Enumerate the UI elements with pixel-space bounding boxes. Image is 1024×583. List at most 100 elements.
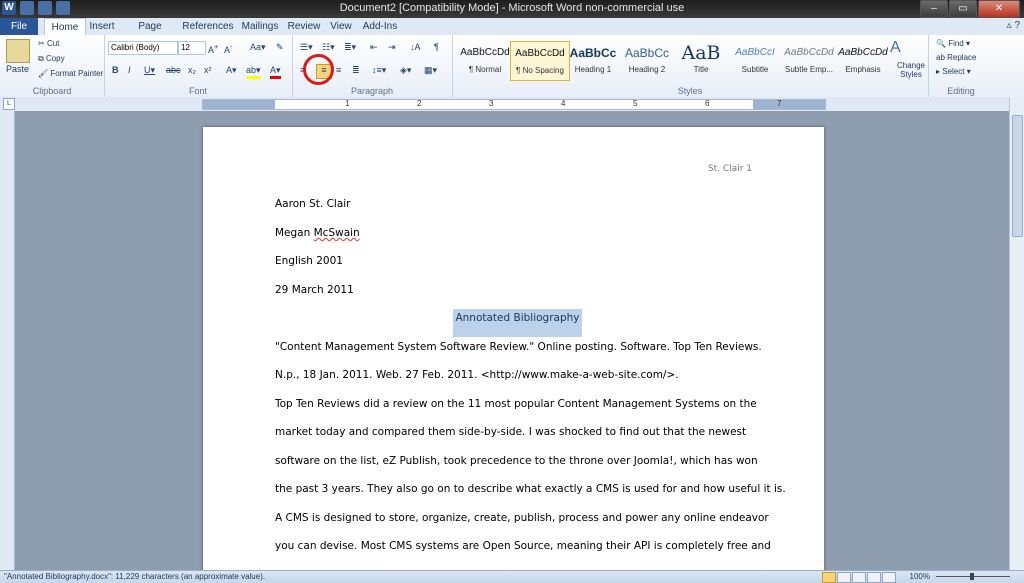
cut-label: Cut	[46, 39, 60, 48]
full-screen-view-icon[interactable]	[837, 572, 851, 583]
zoom-slider-knob[interactable]	[970, 573, 974, 580]
style-heading-1[interactable]: AaBbCc Heading 1	[564, 41, 622, 79]
style-name: Subtle Emp...	[784, 65, 834, 74]
clear-formatting-icon[interactable]: ✎	[276, 42, 284, 53]
style-no-spacing[interactable]: AaBbCcDd ¶ No Spacing	[510, 41, 570, 81]
shading-icon[interactable]: ◈▾	[400, 65, 411, 76]
bold-icon[interactable]: B	[112, 65, 119, 75]
font-size-select[interactable]: 12	[178, 41, 206, 55]
body-line: N.p., 18 Jan. 2011. Web. 27 Feb. 2011. <…	[275, 369, 679, 381]
font-color-icon[interactable]: A▾	[270, 65, 281, 79]
view-buttons	[822, 572, 896, 583]
scrollbar-thumb[interactable]	[1012, 115, 1023, 237]
body-line: "Content Management System Software Revi…	[275, 341, 762, 353]
style-sample: AaBbCcDd	[784, 47, 834, 58]
grow-font-icon[interactable]: A+	[208, 42, 218, 55]
select-button[interactable]: ▸ Select ▾	[936, 67, 971, 76]
increase-indent-icon[interactable]: ⇥	[388, 42, 396, 53]
tab-home[interactable]: Home	[44, 18, 86, 36]
outline-view-icon[interactable]	[867, 572, 881, 583]
bullets-icon[interactable]: ☰▾	[300, 42, 313, 53]
decrease-indent-icon[interactable]: ⇤	[370, 42, 378, 53]
font-group-label: Font	[188, 86, 207, 96]
vertical-scrollbar[interactable]	[1009, 97, 1024, 571]
shrink-font-icon[interactable]: A-	[224, 42, 233, 55]
print-layout-view-icon[interactable]	[822, 572, 836, 583]
paste-icon[interactable]	[6, 39, 30, 63]
style-subtitle[interactable]: AaBbCcI Subtitle	[726, 41, 784, 79]
maximize-button[interactable]: ▭	[949, 0, 977, 18]
justify-icon[interactable]: ≣	[352, 65, 360, 76]
tab-file[interactable]: File	[0, 18, 38, 35]
ruler-number: 4	[561, 99, 566, 108]
style-sample: AaBbCc	[624, 46, 670, 60]
align-right-icon[interactable]: ≡	[336, 65, 341, 75]
style-name: Subtitle	[741, 65, 769, 74]
zoom-slider[interactable]	[936, 573, 1010, 580]
line-spacing-icon[interactable]: ↕≡▾	[372, 65, 386, 76]
cut-button[interactable]: ✂ Cut	[38, 39, 59, 48]
help-icon[interactable]: ▵ ?	[1007, 20, 1020, 31]
tab-insert[interactable]: Insert	[86, 18, 118, 35]
page-header: St. Clair 1	[707, 164, 752, 174]
style-emphasis[interactable]: AaBbCcDd Emphasis	[834, 41, 892, 79]
underline-icon[interactable]: U▾	[144, 65, 155, 76]
horizontal-ruler[interactable]: L 1 2 3 4 5 6 7	[0, 97, 1024, 111]
paste-button[interactable]: Paste	[6, 64, 29, 74]
close-button[interactable]: ✕	[978, 0, 1020, 18]
body-line: the past 3 years. They also go on to des…	[275, 483, 786, 495]
borders-icon[interactable]: ▦▾	[424, 65, 437, 76]
font-group: Calibri (Body) 12 A+ A- Aa▾ ✎ B I U▾ abc…	[104, 35, 293, 97]
body-line: software on the list, eZ Publish, took p…	[275, 455, 758, 467]
format-painter-label: Format Painter	[50, 69, 104, 78]
copy-button[interactable]: ⧉ Copy	[38, 54, 65, 64]
strikethrough-icon[interactable]: abc	[166, 65, 181, 75]
show-formatting-icon[interactable]: ¶	[434, 42, 439, 52]
style-sample: AaBbCcDd	[838, 47, 888, 58]
tab-page-layout[interactable]: Page Layout	[122, 18, 178, 49]
style-sample: AaB	[681, 42, 721, 64]
style-name: Heading 2	[628, 65, 666, 74]
tab-references[interactable]: References	[182, 18, 234, 35]
title-bar: W Document2 [Compatibility Mode] - Micro…	[0, 0, 1024, 18]
tab-add-ins[interactable]: Add-Ins	[360, 18, 400, 35]
body-line: Top Ten Reviews did a review on the 11 m…	[275, 398, 757, 410]
find-button[interactable]: 🔍 Find ▾	[936, 39, 970, 48]
right-margin-area	[753, 100, 825, 109]
tab-review[interactable]: Review	[286, 18, 322, 35]
minimize-button[interactable]: –	[920, 0, 948, 18]
style-sample: AaBbCc	[569, 46, 617, 60]
sort-icon[interactable]: ↓A	[410, 42, 421, 52]
style-name: Title	[693, 65, 709, 74]
style-heading-2[interactable]: AaBbCc Heading 2	[618, 41, 676, 79]
tab-mailings[interactable]: Mailings	[238, 18, 282, 35]
replace-button[interactable]: ab Replace	[936, 53, 976, 62]
vertical-ruler[interactable]	[0, 111, 15, 571]
style-title[interactable]: AaB Title	[672, 41, 730, 79]
web-layout-view-icon[interactable]	[852, 572, 866, 583]
ruler-number: 1	[345, 99, 350, 108]
find-label: Find	[948, 39, 964, 48]
change-styles-button[interactable]: Change Styles	[894, 61, 928, 79]
zoom-level[interactable]: 100%	[910, 571, 930, 583]
style-normal[interactable]: AaBbCcDd ¶ Normal	[456, 41, 514, 79]
multilevel-list-icon[interactable]: ≣▾	[344, 42, 356, 53]
subscript-icon[interactable]: x₂	[188, 65, 196, 75]
tab-view[interactable]: View	[326, 18, 356, 35]
format-painter-button[interactable]: 🖌 Format Painter	[38, 69, 103, 78]
numbering-icon[interactable]: ☷▾	[322, 42, 335, 53]
superscript-icon[interactable]: x²	[204, 65, 212, 75]
styles-group: AaBbCcDd ¶ Normal AaBbCcDd ¶ No Spacing Aa…	[452, 35, 929, 97]
highlight-icon[interactable]: ab▾	[246, 65, 261, 79]
font-name-select[interactable]: Calibri (Body)	[108, 41, 178, 55]
text-effects-icon[interactable]: A▾	[226, 65, 237, 76]
change-styles-icon[interactable]: A	[890, 39, 901, 57]
author-line: Aaron St. Clair	[275, 198, 351, 210]
style-subtle-emphasis[interactable]: AaBbCcDd Subtle Emp...	[780, 41, 838, 79]
draft-view-icon[interactable]	[882, 572, 896, 583]
change-case-icon[interactable]: Aa▾	[250, 42, 266, 53]
styles-group-label: Styles	[677, 86, 703, 96]
document-page[interactable]: St. Clair 1 Aaron St. Clair Megan McSwai…	[203, 127, 824, 583]
tab-selector-icon[interactable]: L	[3, 98, 15, 110]
italic-icon[interactable]: I	[128, 65, 131, 75]
